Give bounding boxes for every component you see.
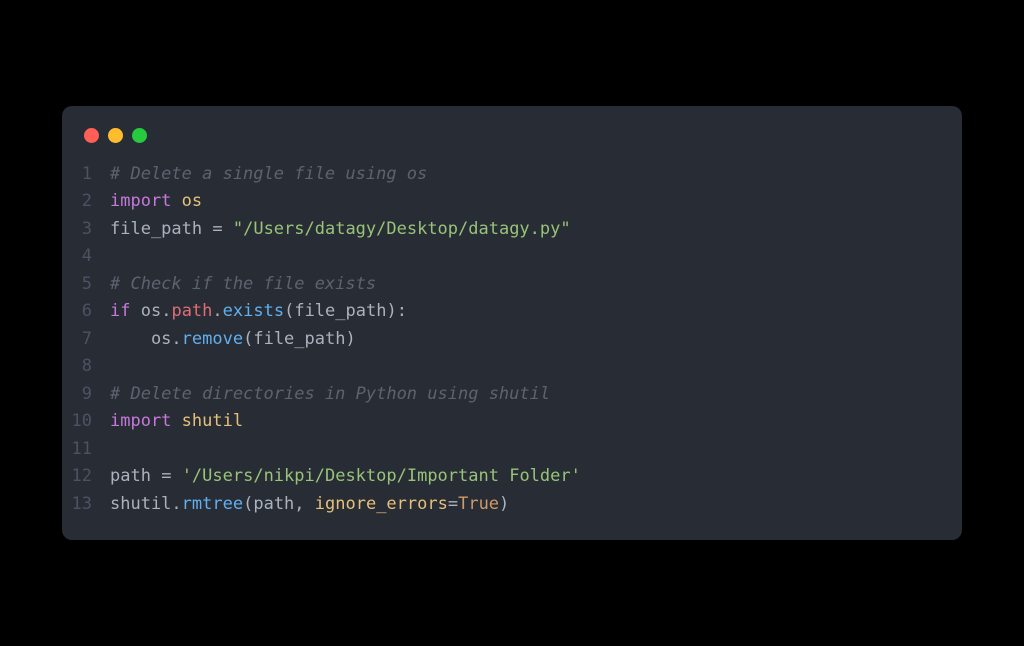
window-titlebar xyxy=(62,126,962,161)
token-ident: path xyxy=(253,494,294,514)
line-number: 11 xyxy=(62,436,110,464)
token-bool: True xyxy=(458,494,499,514)
token-punc: . xyxy=(212,301,222,321)
code-content: # Check if the file exists xyxy=(110,271,376,299)
code-line: 5# Check if the file exists xyxy=(62,271,962,299)
code-line: 4 xyxy=(62,243,962,271)
maximize-icon[interactable] xyxy=(132,128,147,143)
token-ident xyxy=(223,219,233,239)
code-line: 1# Delete a single file using os xyxy=(62,161,962,189)
token-punc: ): xyxy=(386,301,406,321)
token-punc: . xyxy=(171,494,181,514)
token-ident: file_path xyxy=(110,219,212,239)
line-number: 7 xyxy=(62,326,110,354)
token-op: = xyxy=(161,466,171,486)
code-content: # Delete a single file using os xyxy=(110,161,427,189)
line-number: 10 xyxy=(62,408,110,436)
code-line: 8 xyxy=(62,353,962,381)
token-ident: shutil xyxy=(110,494,171,514)
token-func: exists xyxy=(223,301,284,321)
line-number: 12 xyxy=(62,463,110,491)
line-number: 2 xyxy=(62,188,110,216)
code-content: shutil.rmtree(path, ignore_errors=True) xyxy=(110,491,509,519)
token-punc: ) xyxy=(345,329,355,349)
token-string: "/Users/datagy/Desktop/datagy.py" xyxy=(233,219,571,239)
line-number: 1 xyxy=(62,161,110,189)
line-number: 3 xyxy=(62,216,110,244)
token-func: remove xyxy=(182,329,243,349)
token-ident xyxy=(171,411,181,431)
code-content xyxy=(110,436,120,464)
code-line: 2import os xyxy=(62,188,962,216)
code-content: import os xyxy=(110,188,202,216)
code-line: 13shutil.rmtree(path, ignore_errors=True… xyxy=(62,491,962,519)
token-ident: os xyxy=(110,329,171,349)
token-module: os xyxy=(182,191,202,211)
token-ident: path xyxy=(110,466,161,486)
token-ident xyxy=(171,191,181,211)
token-op: = xyxy=(448,494,458,514)
token-punc: ( xyxy=(284,301,294,321)
token-ident xyxy=(171,466,181,486)
line-number: 9 xyxy=(62,381,110,409)
token-keyword: if xyxy=(110,301,130,321)
token-keyword: import xyxy=(110,411,171,431)
line-number: 5 xyxy=(62,271,110,299)
code-content: file_path = "/Users/datagy/Desktop/datag… xyxy=(110,216,571,244)
code-content: if os.path.exists(file_path): xyxy=(110,298,407,326)
code-line: 3file_path = "/Users/datagy/Desktop/data… xyxy=(62,216,962,244)
code-content xyxy=(110,353,120,381)
code-content: os.remove(file_path) xyxy=(110,326,356,354)
code-line: 10import shutil xyxy=(62,408,962,436)
code-line: 12path = '/Users/nikpi/Desktop/Important… xyxy=(62,463,962,491)
token-comment: # Delete a single file using os xyxy=(110,164,427,184)
token-ident: file_path xyxy=(253,329,345,349)
token-punc: ( xyxy=(243,494,253,514)
token-string: '/Users/nikpi/Desktop/Important Folder' xyxy=(182,466,581,486)
code-line: 11 xyxy=(62,436,962,464)
token-ident: os xyxy=(130,301,161,321)
line-number: 6 xyxy=(62,298,110,326)
code-content: import shutil xyxy=(110,408,243,436)
code-content: # Delete directories in Python using shu… xyxy=(110,381,550,409)
token-module: shutil xyxy=(182,411,243,431)
token-comment: # Delete directories in Python using shu… xyxy=(110,384,550,404)
token-punc: . xyxy=(161,301,171,321)
code-content xyxy=(110,243,120,271)
token-comment: # Check if the file exists xyxy=(110,274,376,294)
token-ident: file_path xyxy=(294,301,386,321)
token-punc: , xyxy=(294,494,314,514)
token-op: = xyxy=(212,219,222,239)
token-keyword: import xyxy=(110,191,171,211)
token-func: rmtree xyxy=(182,494,243,514)
code-line: 9# Delete directories in Python using sh… xyxy=(62,381,962,409)
line-number: 4 xyxy=(62,243,110,271)
token-punc: ) xyxy=(499,494,509,514)
code-content: path = '/Users/nikpi/Desktop/Important F… xyxy=(110,463,581,491)
token-punc: . xyxy=(171,329,181,349)
line-number: 13 xyxy=(62,491,110,519)
token-prop: path xyxy=(171,301,212,321)
code-line: 6if os.path.exists(file_path): xyxy=(62,298,962,326)
close-icon[interactable] xyxy=(84,128,99,143)
token-punc: ( xyxy=(243,329,253,349)
minimize-icon[interactable] xyxy=(108,128,123,143)
line-number: 8 xyxy=(62,353,110,381)
code-area: 1# Delete a single file using os2import … xyxy=(62,161,962,519)
code-line: 7 os.remove(file_path) xyxy=(62,326,962,354)
code-window: 1# Delete a single file using os2import … xyxy=(62,106,962,541)
token-param: ignore_errors xyxy=(315,494,448,514)
